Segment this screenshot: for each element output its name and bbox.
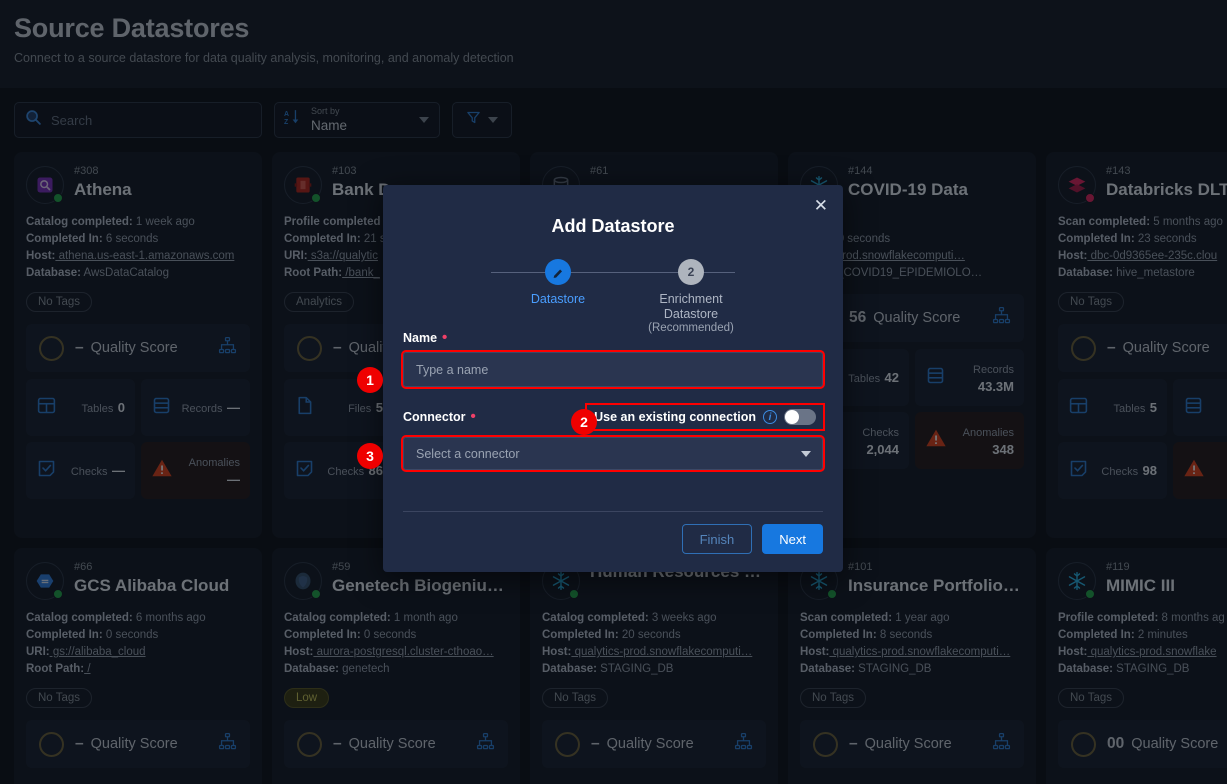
step-datastore[interactable]: Datastore <box>498 259 618 307</box>
modal-actions: Finish Next <box>403 524 823 554</box>
step-2-label: Enrichment Datastore <box>659 292 723 321</box>
use-existing-connection-toggle[interactable]: Use an existing connection i <box>585 403 825 431</box>
info-icon[interactable]: i <box>763 410 777 424</box>
step-2-sublabel: (Recommended) <box>648 322 734 334</box>
next-button[interactable]: Next <box>762 524 823 554</box>
step-1-marker <box>545 259 571 285</box>
pencil-icon <box>553 269 562 278</box>
add-datastore-modal: ✕ Add Datastore Datastore 2 Enrichment D… <box>383 185 843 572</box>
annotation-badge-2: 2 <box>571 409 597 435</box>
step-enrichment-datastore[interactable]: 2 Enrichment Datastore (Recommended) <box>631 259 751 334</box>
chevron-down-icon <box>801 450 811 457</box>
name-input[interactable]: Type a name <box>401 350 825 389</box>
step-1-label: Datastore <box>530 292 586 306</box>
required-marker: • <box>470 408 476 425</box>
required-marker: • <box>442 329 448 346</box>
modal-divider <box>403 511 823 512</box>
toggle-switch[interactable] <box>784 409 816 425</box>
stepper: Datastore 2 Enrichment Datastore (Recomm… <box>453 259 773 334</box>
modal-title: Add Datastore <box>551 216 675 236</box>
connector-select[interactable]: Select a connector <box>401 435 825 472</box>
name-field-label: Name • <box>403 329 823 346</box>
name-label-text: Name <box>403 331 438 345</box>
connector-label-text: Connector <box>403 410 466 424</box>
step-2-marker: 2 <box>678 259 704 285</box>
annotation-badge-3: 3 <box>357 443 383 469</box>
annotation-badge-1: 1 <box>357 367 383 393</box>
use-existing-connection-label: Use an existing connection <box>594 410 756 424</box>
connector-field-label: Connector • <box>403 408 476 425</box>
connector-row: Connector • Use an existing connection i <box>403 403 825 431</box>
connector-select-value: Select a connector <box>416 446 520 461</box>
finish-button[interactable]: Finish <box>681 524 753 554</box>
close-icon[interactable]: ✕ <box>814 197 828 214</box>
